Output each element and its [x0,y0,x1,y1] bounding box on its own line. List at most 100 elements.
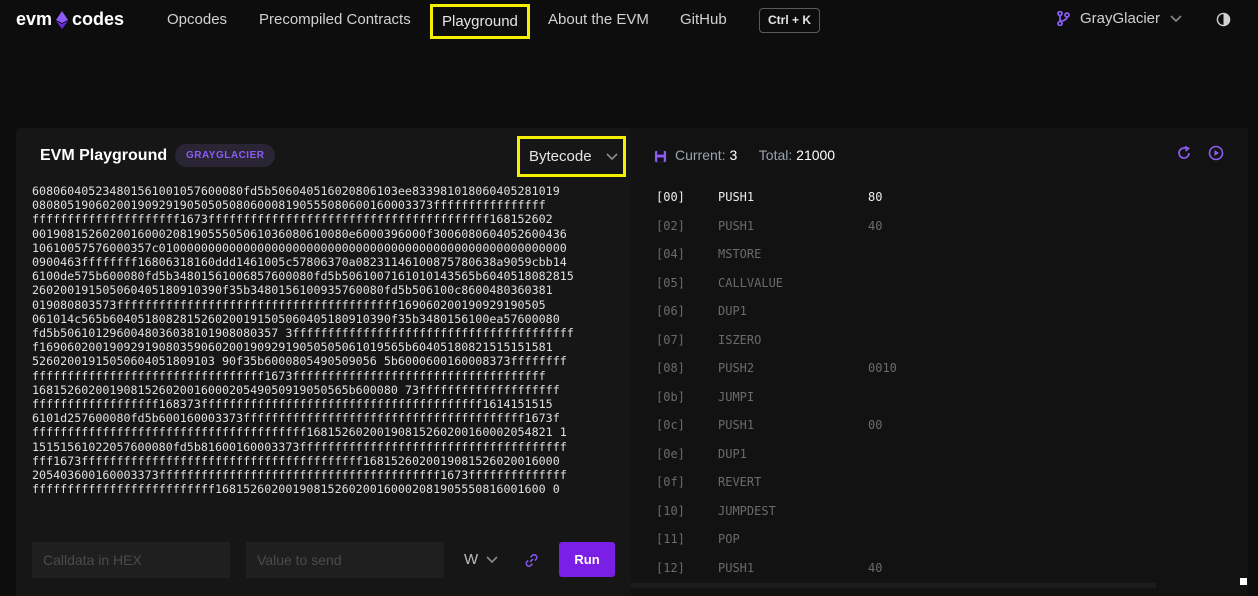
opcode-pc: [12] [656,560,685,575]
bytecode-line: 061014c565b60405180828152602001915050604… [32,311,560,326]
theme-toggle-icon[interactable] [1216,12,1231,27]
editor-panel: EVM Playground GRAYGLACIER Bytecode 6080… [16,128,631,596]
reset-icon[interactable] [1176,145,1192,161]
opcode-row[interactable]: [08] PUSH2 0010 [631,354,1248,382]
bytecode-line: 608060405234801561001057600080fd5b506040… [32,184,560,198]
opcode-name: PUSH1 [718,418,755,432]
bytecode-line: ffffffffffffffffff168373ffffffffffffffff… [32,397,553,412]
opcode-name: ISZERO [718,332,762,347]
git-branch-icon [1057,11,1070,26]
bytecode-line: 6100de575b600080fd5b34801561006857600080… [32,269,574,284]
opcode-name: CALLVALUE [718,275,784,290]
chevron-down-icon [1170,14,1182,22]
editor-header: EVM Playground GRAYGLACIER Bytecode [16,128,631,184]
fork-badge: GRAYGLACIER [175,144,276,167]
opcode-row[interactable]: [05] CALLVALUE [631,269,1248,297]
opcode-pc: [10] [656,503,685,518]
opcode-name: PUSH1 [718,190,755,204]
opcode-row[interactable]: [12] PUSH1 40 [631,554,1248,582]
current-gas-value: 3 [729,147,738,163]
editor-footer: W Run [16,535,631,596]
opcode-row[interactable]: [02] PUSH1 40 [631,212,1248,240]
opcode-name: DUP1 [718,446,747,461]
opcode-row[interactable]: [0b] JUMPI [631,383,1248,411]
horizontal-scrollbar[interactable] [631,583,1156,588]
gas-icon [654,150,667,163]
bytecode-line: fffffffffffffffffffffffffffffffffffffff1… [32,425,567,440]
unit-select[interactable]: W [464,551,498,568]
bytecode-line: 260200191505060405180910390f35b348015610… [32,283,553,298]
value-input[interactable] [246,542,444,578]
chevron-down-icon [605,152,618,160]
bytecode-line: 0019081526020016000208190555050610360806… [32,226,567,241]
logo-text-right: codes [72,9,125,29]
opcode-pc: [08] [656,361,685,375]
bytecode-line: 1681526020019081526020016000205490509190… [32,382,560,397]
opcode-row[interactable]: [00] PUSH1 80 [631,183,1248,211]
opcode-row[interactable]: [0e] DUP1 [631,440,1248,468]
share-link-icon[interactable] [524,553,539,568]
bytecode-line: 6101d257600080fd5b600160003373ffffffffff… [32,411,560,426]
opcode-row[interactable]: [06] DUP1 [631,297,1248,325]
unit-value: W [464,551,479,568]
execution-header: Current: 3 Total: 21000 [631,128,1248,183]
opcode-pc: [11] [656,532,685,546]
search-shortcut-button[interactable]: Ctrl + K [759,8,820,33]
opcode-row[interactable]: [07] ISZERO [631,326,1248,354]
total-gas-value: 21000 [796,147,836,163]
opcode-list: [00] PUSH1 80 [02] PUSH1 40 [04] MSTORE [05] CALL… [631,183,1248,583]
bytecode-line: 52602001915050604051809103 90f35b6000805… [32,354,567,369]
nav-link-playground[interactable]: Playground [430,4,530,39]
opcode-pc: [0c] [656,418,685,432]
step-play-icon[interactable] [1208,145,1224,161]
opcode-pc: [04] [656,247,685,261]
nav-link-precompiled[interactable]: Precompiled Contracts [259,11,411,28]
opcode-row[interactable]: [10] JUMPDEST [631,497,1248,525]
total-gas-label: Total: [758,147,793,163]
opcode-name: POP [718,532,740,546]
resize-handle[interactable] [1240,578,1247,585]
opcode-name: DUP1 [718,304,747,318]
opcode-value: 40 [868,218,883,233]
opcode-pc: [00] [656,190,685,204]
nav-link-opcodes[interactable]: Opcodes [167,11,227,28]
calldata-input[interactable] [32,542,230,578]
bytecode-line: 0900463ffffffff16806318160ddd1461005c578… [32,255,567,270]
gas-info: Current: 3 Total: 21000 [675,147,835,163]
opcode-value: 00 [868,418,883,432]
bytecode-line: fffffffffffffffffffff1673fffffffffffffff… [32,212,553,227]
fork-selector[interactable]: GrayGlacier [1057,10,1182,27]
bytecode-line: 019080803573ffffffffffffffffffffffffffff… [32,297,546,312]
opcode-row[interactable]: [04] MSTORE [631,240,1248,268]
opcode-row[interactable]: [11] POP [631,525,1248,553]
logo[interactable]: evm codes [16,9,124,30]
bytecode-line: 0808051906020019092919050505080600081905… [32,198,546,213]
opcode-pc: [0f] [656,475,685,489]
bytecode-line: fffffffffffffffffffffffffffffffff1673fff… [32,368,546,383]
opcode-pc: [0b] [656,389,685,404]
bytecode-editor[interactable]: 608060405234801561001057600080fd5b506040… [32,184,632,535]
bytecode-line: 205403600160003373ffffffffffffffffffffff… [32,468,567,483]
execution-panel: Current: 3 Total: 21000 [00] PUSH1 80 [02] P… [631,128,1248,596]
opcode-value: 80 [868,190,883,204]
logo-text-left: evm [16,9,53,29]
opcode-pc: [06] [656,304,685,318]
bytecode-line: f169060200190929190803590602001909291905… [32,340,553,355]
code-type-value: Bytecode [529,148,592,165]
opcode-row[interactable]: [0c] PUSH1 00 [631,411,1248,439]
opcode-pc: [02] [656,218,685,233]
opcode-pc: [05] [656,275,685,290]
run-button[interactable]: Run [559,542,615,577]
code-type-select[interactable]: Bytecode [517,136,626,177]
chevron-down-icon [486,555,498,563]
nav-link-github[interactable]: GitHub [680,11,727,28]
opcode-name: PUSH2 [718,361,755,375]
nav-link-about[interactable]: About the EVM [548,11,649,28]
bytecode-line: 10610057576000357c0100000000000000000000… [32,240,567,255]
bytecode-line: fff1673fffffffffffffffffffffffffffffffff… [32,453,560,468]
opcode-name: JUMPI [718,389,755,404]
opcode-row[interactable]: [0f] REVERT [631,468,1248,496]
top-nav: evm codes Opcodes Precompiled Contracts … [0,0,1258,40]
opcode-name: PUSH1 [718,560,755,575]
opcode-name: JUMPDEST [718,503,776,518]
